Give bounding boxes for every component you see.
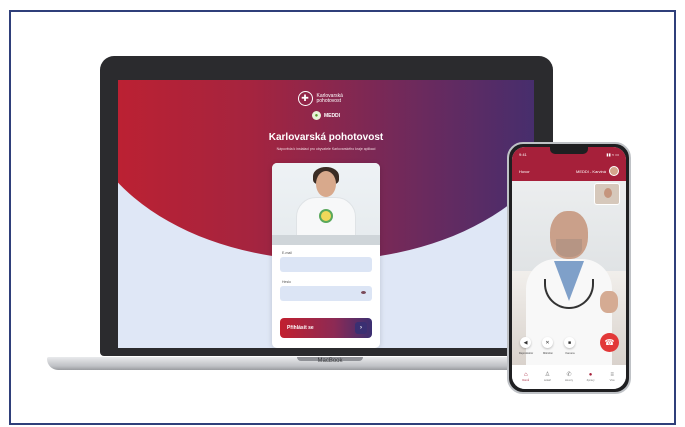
tab-label: Lékaři — [543, 379, 551, 382]
speaker-label: Reproduktor — [518, 352, 534, 355]
phone-notch — [550, 147, 588, 154]
mic-off-icon[interactable]: ✕ — [542, 337, 553, 348]
video-doctor-hand — [600, 291, 618, 313]
laptop-screen: ✚ Karlovarská pohotovost ● MEDDI Karlova… — [118, 80, 534, 348]
camera-icon[interactable]: ■ — [564, 337, 575, 348]
call-clinic-name: MEDDI - Karviná — [575, 168, 606, 174]
brand-header: ✚ Karlovarská pohotovost — [118, 88, 534, 106]
login-button[interactable]: Přihlásit se › — [280, 318, 372, 338]
email-label: E-mail — [282, 251, 292, 255]
tab-messages[interactable]: ● Zprávy — [581, 372, 601, 382]
meddi-logo-icon: ● — [311, 111, 321, 120]
brand-name: Karlovarská pohotovost — [316, 93, 355, 104]
phone-icon: ✆ — [566, 372, 572, 378]
password-label: Heslo — [282, 280, 291, 284]
camera-label: Kamera — [565, 352, 575, 355]
end-call-button[interactable]: ☎ — [600, 333, 619, 352]
laptop-model-label: MacBook — [317, 358, 343, 364]
self-view-thumbnail[interactable] — [594, 183, 620, 205]
login-button-label: Přihlásit se — [287, 325, 314, 331]
tab-more[interactable]: ≡ Více — [602, 372, 622, 382]
cross-logo-icon: ✚ — [297, 91, 313, 106]
phone-screen: 9:41 ▮▮ ≈ ▭ Hovor MEDDI - Karviná ◀ Repr… — [512, 147, 626, 389]
home-icon: ⌂ — [523, 372, 528, 378]
phone-device: 9:41 ▮▮ ≈ ▭ Hovor MEDDI - Karviná ◀ Repr… — [507, 142, 631, 394]
phone-hangup-icon: ☎ — [604, 338, 615, 347]
page-title: Karlovarská pohotovost — [268, 132, 384, 143]
call-header-right: MEDDI - Karviná — [576, 166, 619, 176]
tab-home[interactable]: ⌂ Domů — [516, 372, 536, 382]
eye-icon[interactable] — [361, 291, 366, 294]
tab-bar: ⌂ Domů ♙ Lékaři ✆ Hovory ● Zprávy ≡ Více — [512, 365, 626, 389]
password-field[interactable] — [280, 286, 372, 301]
tab-doctors[interactable]: ♙ Lékaři — [537, 372, 557, 382]
login-card: E-mail Heslo Přihlásit se › — [272, 163, 380, 348]
status-time: 9:41 — [519, 151, 527, 157]
menu-icon: ≡ — [610, 372, 614, 378]
avatar[interactable] — [609, 166, 619, 176]
chat-icon: ● — [588, 372, 593, 378]
doctor-face — [316, 171, 336, 197]
status-icons: ▮▮ ≈ ▭ — [606, 151, 619, 157]
tab-label: Domů — [522, 379, 530, 382]
video-feed: ◀ Reproduktor ✕ Mikrofon ■ Kamera ☎ — [512, 181, 626, 365]
speaker-icon[interactable]: ◀ — [520, 337, 531, 348]
call-header: Hovor MEDDI - Karviná — [512, 161, 626, 181]
doctor-desk — [272, 235, 380, 245]
tab-label: Více — [609, 379, 615, 382]
partner-badge: ● MEDDI — [118, 111, 534, 120]
mic-label: Mikrofon — [543, 352, 553, 355]
self-view-face — [604, 188, 612, 198]
page-subtitle: Nápověda k instalaci pro obyvatele Karlo… — [276, 147, 376, 151]
tab-calls[interactable]: ✆ Hovory — [559, 372, 579, 382]
video-doctor-beard — [556, 239, 582, 257]
email-field[interactable] — [280, 257, 372, 272]
arrow-right-icon: › — [355, 322, 367, 334]
doctor-badge-icon — [319, 209, 333, 223]
brand-line-2: pohotovost — [316, 97, 341, 104]
tab-label: Hovory — [564, 379, 574, 382]
tab-label: Zprávy — [586, 379, 595, 382]
partner-name: MEDDI — [323, 112, 341, 119]
doctor-photo — [272, 163, 380, 245]
doctor-icon: ♙ — [544, 372, 551, 378]
call-header-title: Hovor — [519, 168, 530, 174]
